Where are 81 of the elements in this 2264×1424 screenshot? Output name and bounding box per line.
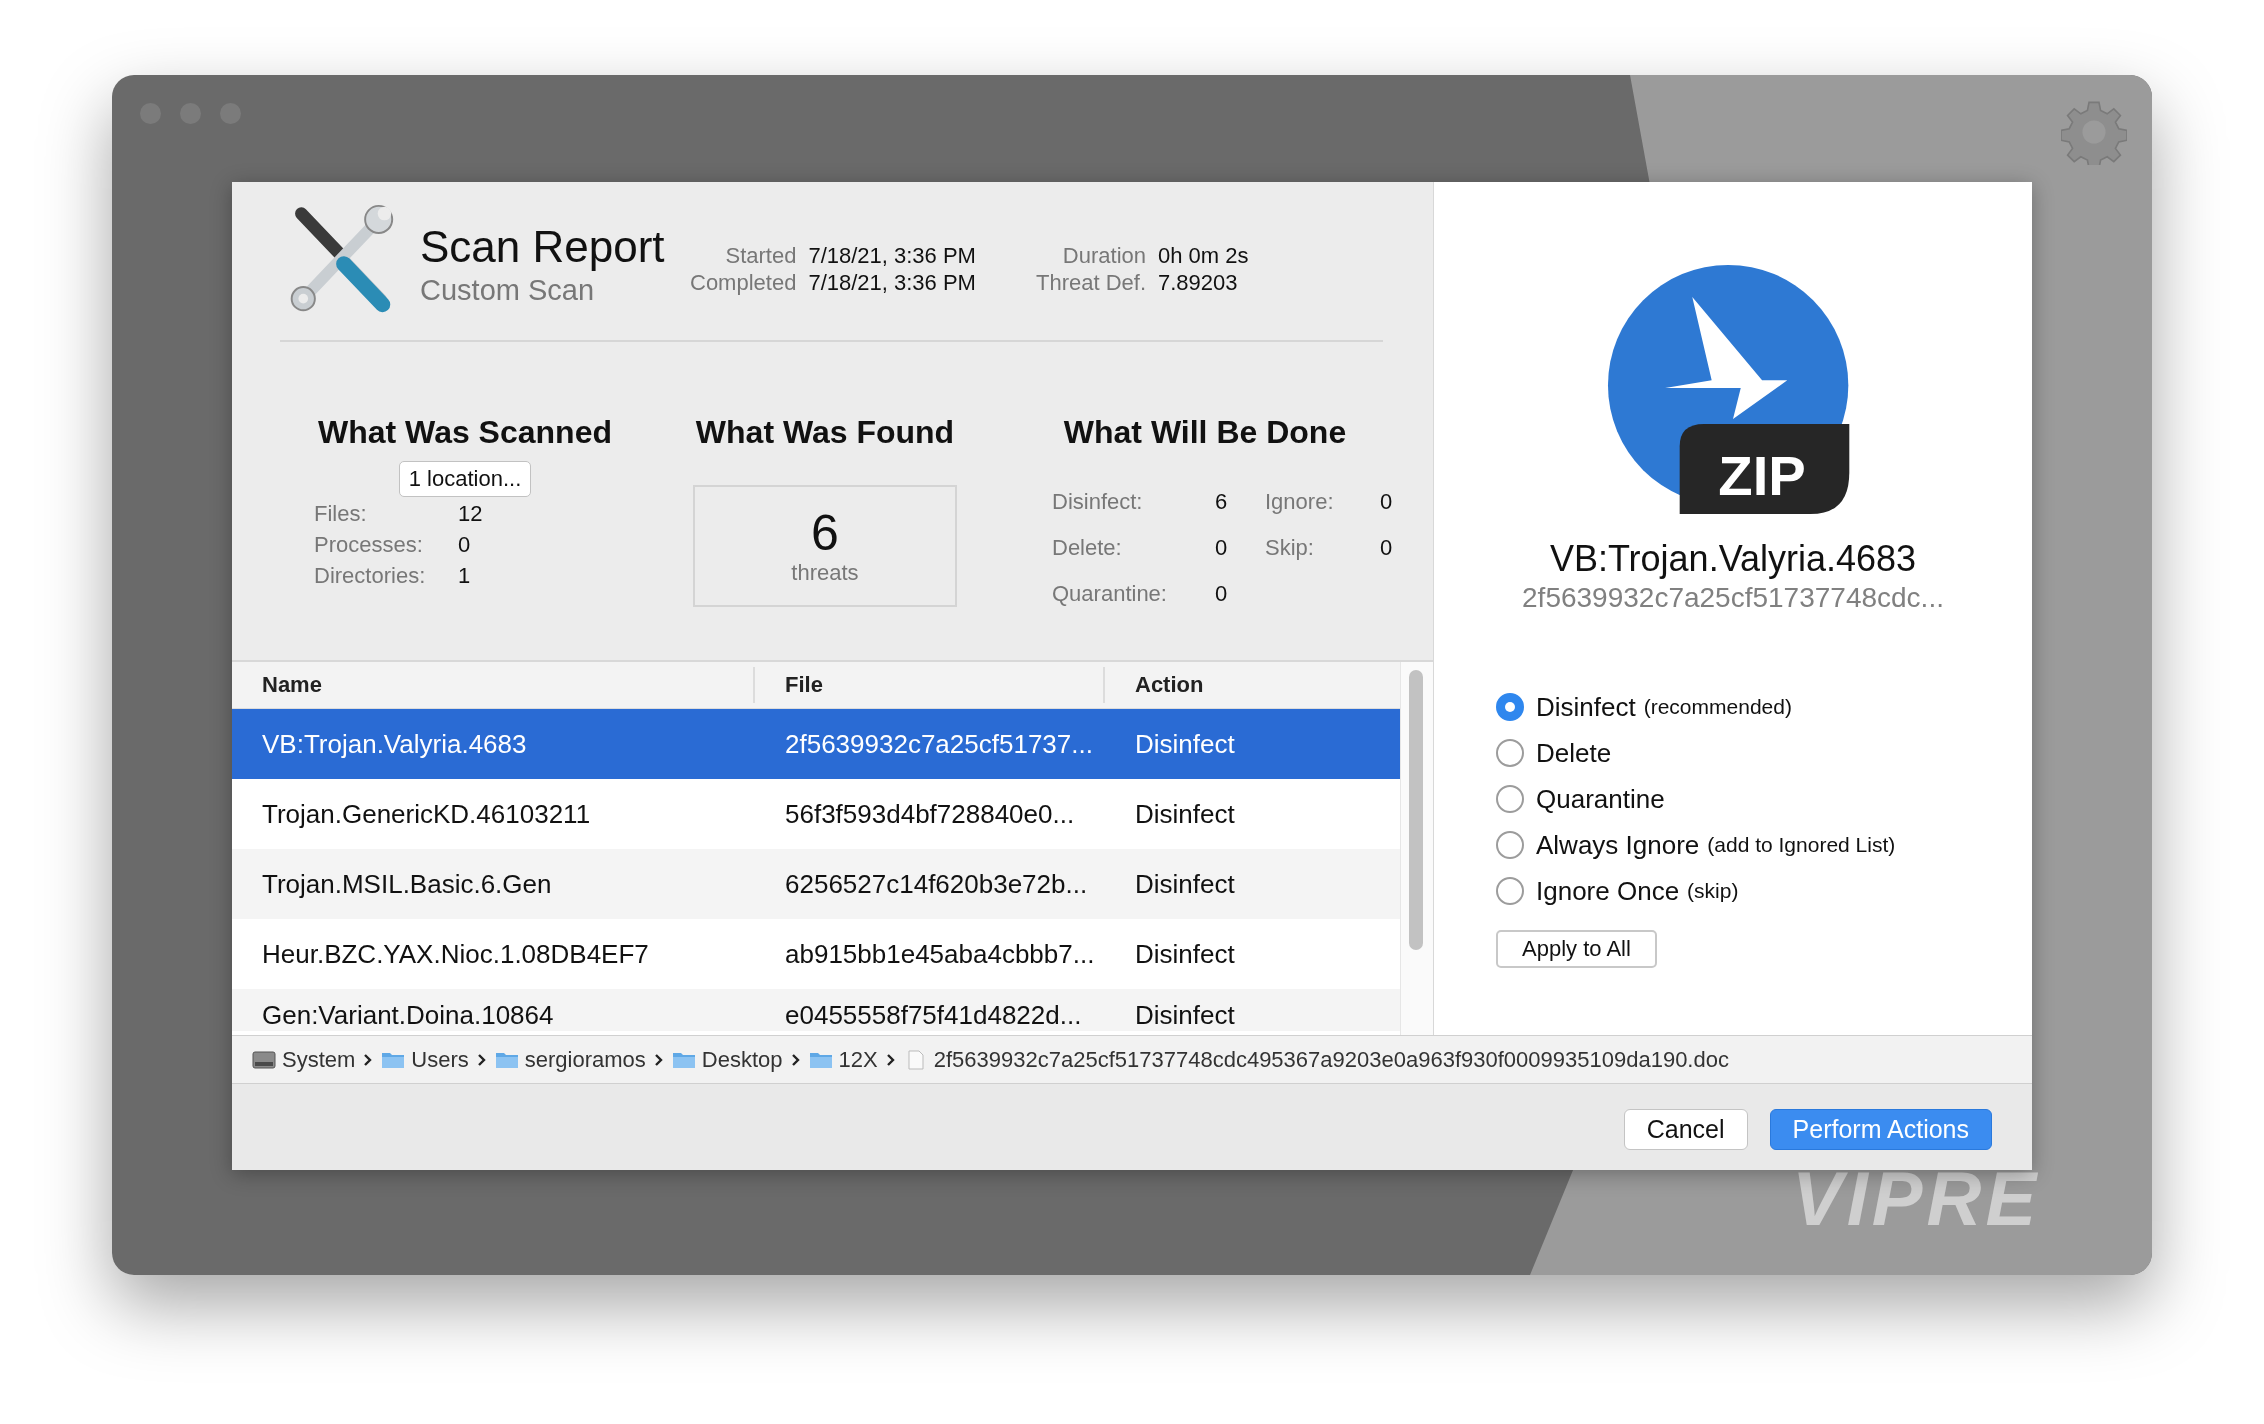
radio-option[interactable]: Quarantine [1496,780,1896,818]
column-header[interactable]: File [755,667,1105,703]
radio-button[interactable] [1496,785,1524,813]
section-heading: What Was Scanned [318,414,612,451]
table-cell-text: e0455558f75f41d4822d... [784,1000,1083,1031]
settings-icon[interactable] [2061,99,2127,165]
table-cell-text: 56f3f593d4bf728840e0... [784,798,1076,830]
stat-value: 12 [458,501,483,527]
table-cell-text: Trojan.MSIL.Basic.6.Gen [261,868,553,900]
table-cell-text: 6256527c14f620b3e72b... [784,868,1089,900]
table-cell-text: Heur.BZC.YAX.Nioc.1.08DB4EF7 [261,938,650,970]
table-cell-text: Gen:Variant.Doina.10864 [261,1000,555,1031]
stat-value: 0 [1215,535,1229,561]
stat-value: 0 [1380,535,1393,561]
radio-button[interactable] [1496,739,1524,767]
radio-option[interactable]: Disinfect (recommended) [1496,688,1896,726]
table-row[interactable]: Gen:Variant.Doina.10864 e0455558f75f41d4822d... Disinfect [232,989,1400,1031]
chevron-icon [363,1052,374,1067]
meta-value: 0h 0m 2s [1158,242,1249,269]
locations-button[interactable]: 1 location... [398,461,532,497]
path-segment[interactable]: System [282,1046,356,1073]
radio-button[interactable] [1496,831,1524,859]
table-cell-text: Trojan.GenericKD.46103211 [261,798,592,830]
chevron-icon [476,1052,487,1067]
stat-value: 6 [1215,489,1229,515]
table-row[interactable]: Trojan.MSIL.Basic.6.Gen 6256527c14f620b3e72b... Disinfect [232,849,1400,919]
radio-option[interactable]: Delete [1496,734,1896,772]
table-cell-text: Disinfect [1134,798,1236,830]
table-cell-text: VB:Trojan.Valyria.4683 [261,728,528,760]
section-heading: What Will Be Done [1063,414,1347,451]
path-segment[interactable]: 12X [838,1046,878,1073]
chevron-icon [885,1052,896,1067]
chevron-icon [790,1052,801,1067]
stat-value: 0 [458,532,472,558]
stat-value: 1 [458,563,472,589]
stat-value: 0 [1215,581,1229,607]
meta-value: 7/18/21, 3:36 PM [808,242,976,269]
stat-label: Skip: [1265,535,1315,561]
table-row[interactable]: VB:Trojan.Valyria.4683 2f5639932c7a25cf51737... Disinfect [232,709,1400,779]
table-cell-text: 2f5639932c7a25cf51737... [784,728,1094,760]
chevron-icon [653,1052,664,1067]
table-cell-text: Disinfect [1134,1000,1236,1031]
radio-button[interactable] [1496,693,1524,721]
meta-value: 7.89203 [1158,269,1239,296]
path-segment[interactable]: Users [411,1046,469,1073]
apply-to-all-button[interactable]: Apply to All [1496,930,1657,968]
meta-label: Duration [1061,242,1146,269]
path-segment[interactable]: Desktop [701,1046,783,1073]
column-header[interactable]: Name [232,667,755,703]
report-title: Scan Report [420,222,666,272]
threat-name: VB:Trojan.Valyria.4683 [1549,538,1917,580]
threat-count: 6 [811,506,839,560]
scrollbar-thumb[interactable] [1409,670,1423,950]
meta-value: 7/18/21, 3:36 PM [808,269,976,296]
threat-count-unit: threats [791,560,859,586]
table-cell-text: Disinfect [1134,868,1236,900]
meta-label: Completed [690,269,797,296]
meta-label: Started [724,242,797,269]
stat-label: Processes: [314,532,424,558]
radio-button[interactable] [1496,877,1524,905]
stat-label: Delete: [1052,535,1123,561]
cancel-button[interactable]: Cancel [1623,1108,1748,1150]
radio-option[interactable]: Always Ignore (add to Ignored List) [1496,826,1896,864]
table-cell-text: Disinfect [1134,728,1236,760]
hard-drive-icon [252,1049,276,1070]
file-type-label: ZIP [1718,443,1806,507]
stat-label: Directories: [314,563,427,589]
stat-label: Quarantine: [1052,581,1168,607]
column-header[interactable]: Action [1105,667,1400,703]
path-segment[interactable]: 2f5639932c7a25cf51737748cdc495367a9203e0a963f930f0009935109da190.doc [933,1046,1729,1073]
table-cell-text: Disinfect [1134,938,1236,970]
stat-label: Ignore: [1265,489,1335,515]
path-segment[interactable]: sergioramos [524,1046,646,1073]
threat-file-hash: 2f5639932c7a25cf51737748cdc... [1522,582,1944,614]
stat-value: 0 [1380,489,1393,515]
section-heading: What Was Found [695,414,955,451]
stat-label: Files: [314,501,368,527]
radio-option[interactable]: Ignore Once (skip) [1496,872,1896,910]
table-cell-text: ab915bb1e45aba4cbbb7... [784,938,1096,970]
stat-label: Disinfect: [1052,489,1144,515]
meta-label: Threat Def. [1035,269,1146,296]
